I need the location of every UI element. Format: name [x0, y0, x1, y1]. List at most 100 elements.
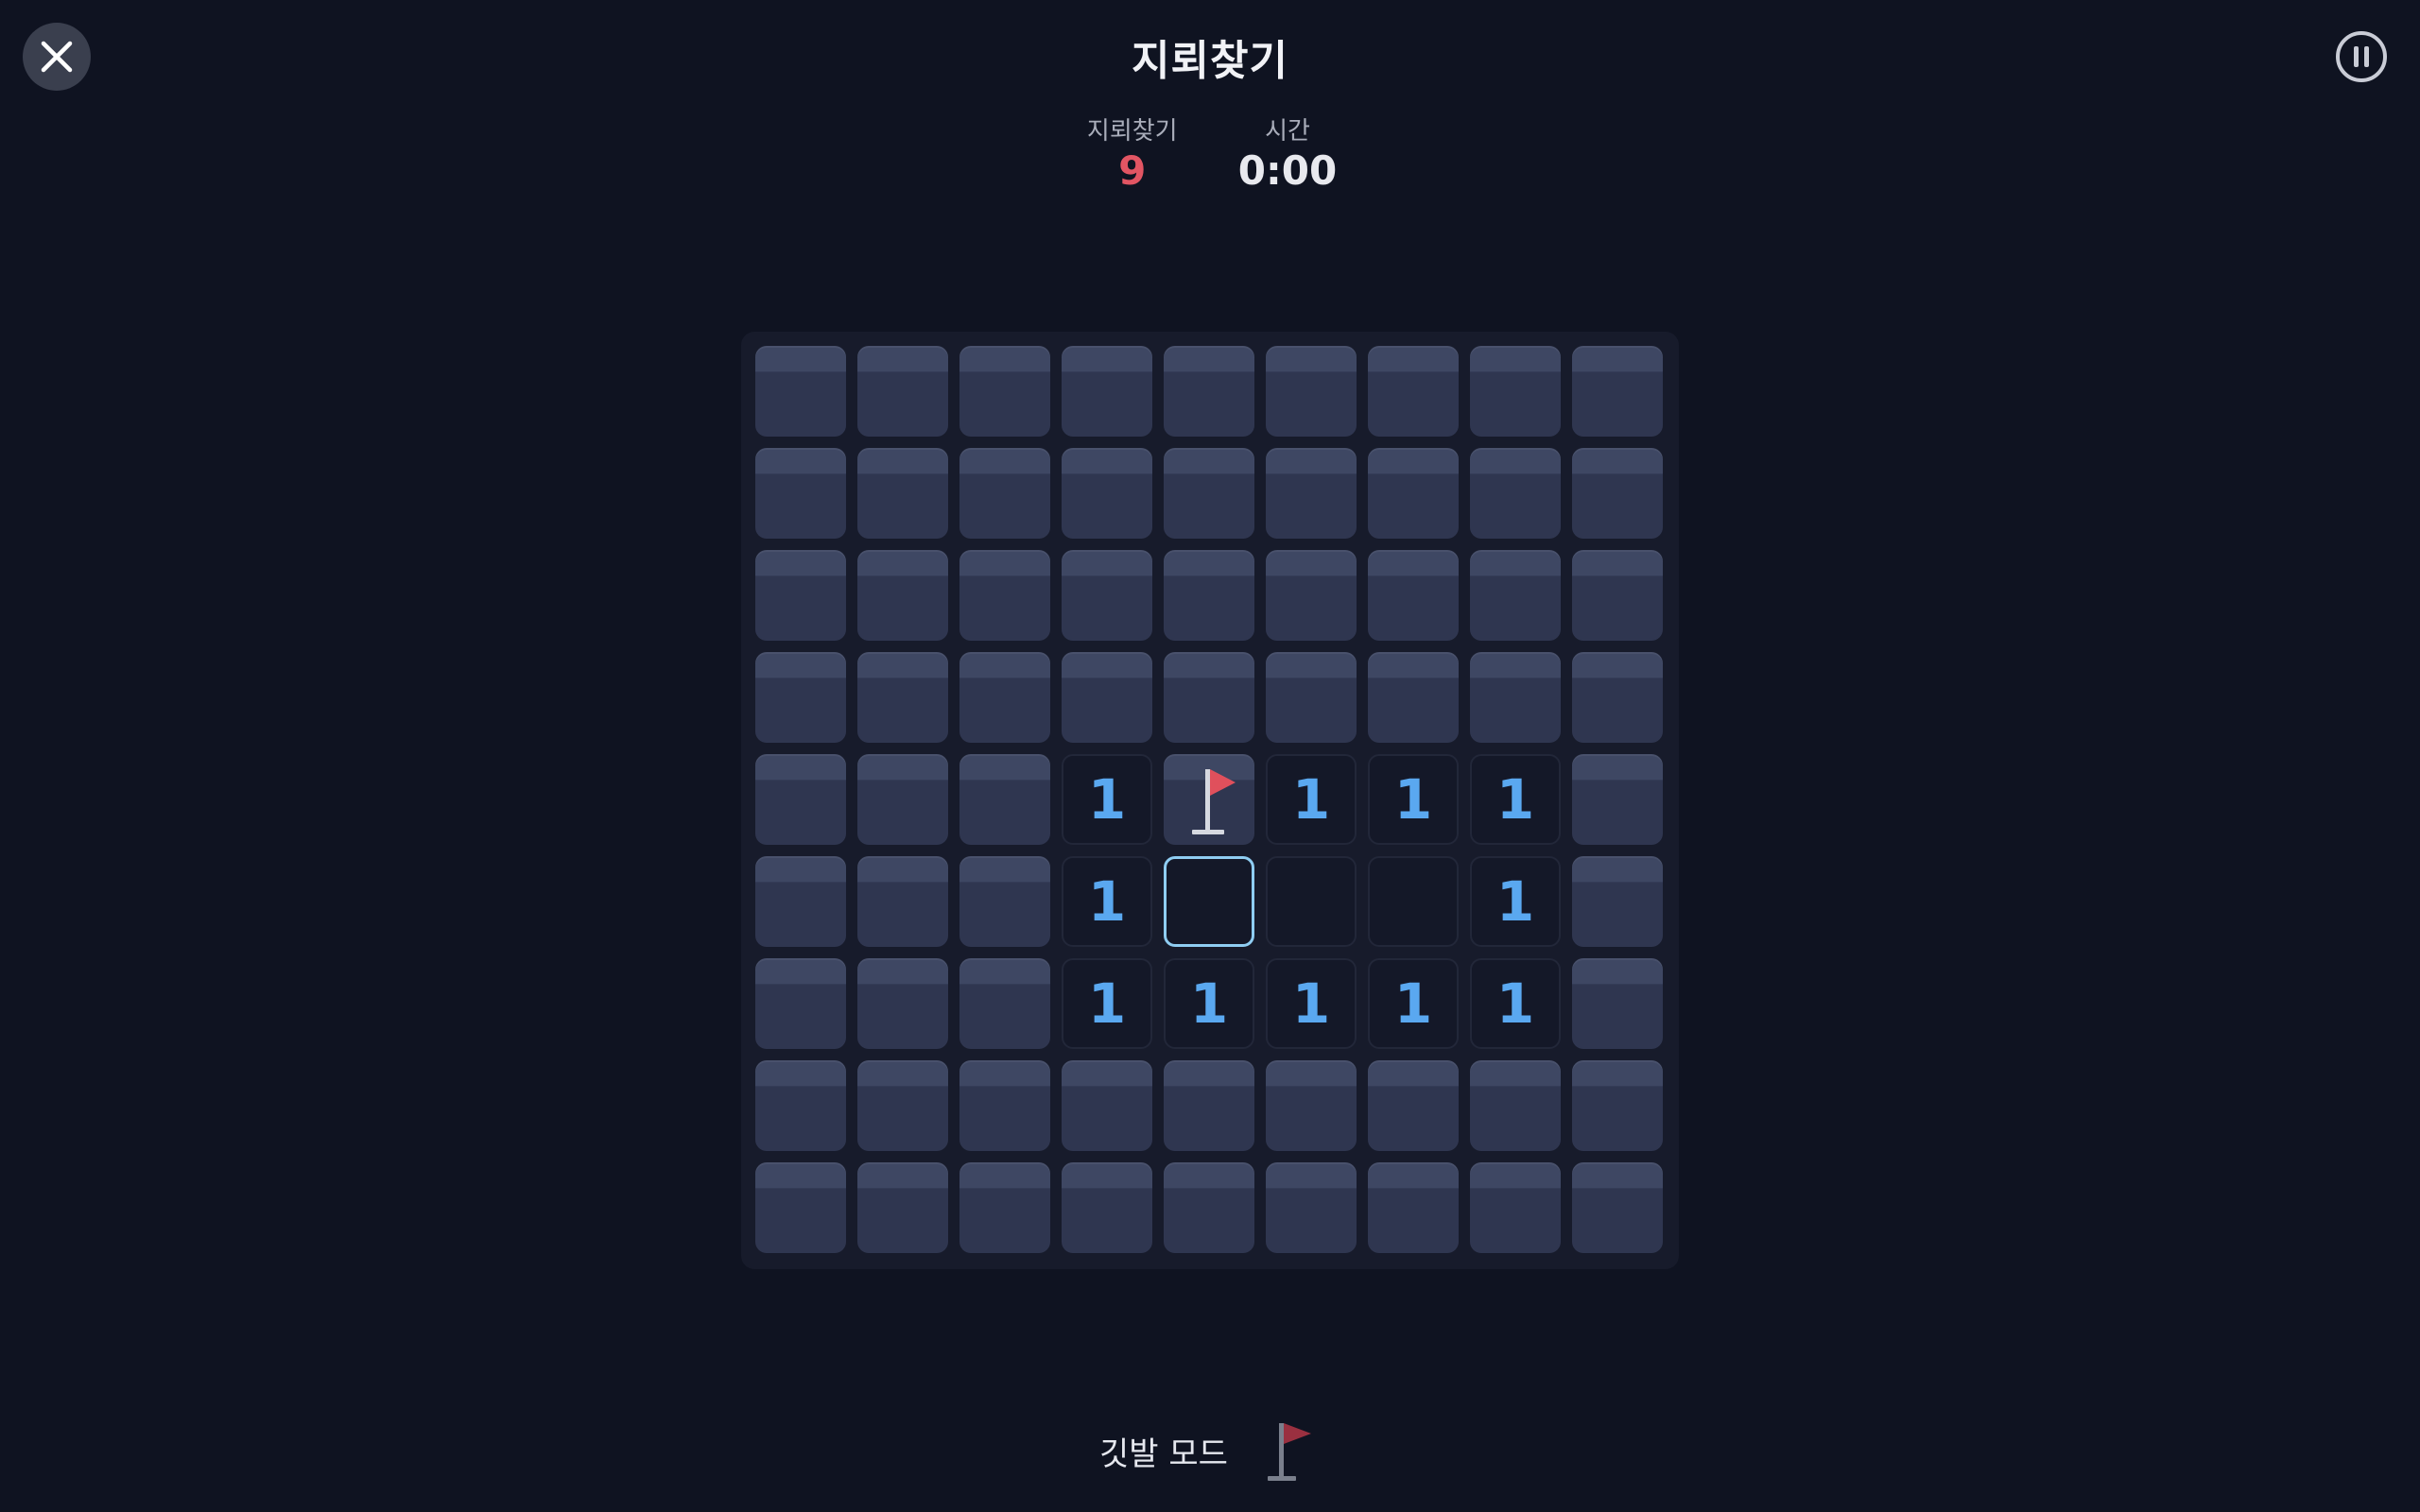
board-cell-covered[interactable]: [857, 652, 948, 743]
board-cell-covered[interactable]: [1470, 550, 1561, 641]
board-cell-covered[interactable]: [1164, 346, 1254, 437]
board-cell-revealed[interactable]: 1: [1266, 754, 1357, 845]
board-cell-covered[interactable]: [959, 346, 1050, 437]
board-cell-covered[interactable]: [1572, 1060, 1663, 1151]
board-cell-covered[interactable]: [1062, 652, 1152, 743]
board-cell-covered[interactable]: [1266, 1162, 1357, 1253]
board-cell-covered[interactable]: [1368, 1162, 1459, 1253]
board-cell-covered[interactable]: [857, 856, 948, 947]
board-cell-revealed[interactable]: 1: [1266, 958, 1357, 1049]
board-cell-covered[interactable]: [755, 958, 846, 1049]
board-cell-covered[interactable]: [1266, 1060, 1357, 1151]
board-cell-covered[interactable]: [857, 550, 948, 641]
board-cell-covered[interactable]: [1470, 448, 1561, 539]
board-cell-covered[interactable]: [1266, 652, 1357, 743]
board-cell-covered[interactable]: [755, 856, 846, 947]
board-cell-covered[interactable]: [857, 1162, 948, 1253]
board-cell-covered[interactable]: [755, 1162, 846, 1253]
cell-number: 1: [1087, 971, 1127, 1036]
board-cell-covered[interactable]: [959, 550, 1050, 641]
board-cell-covered[interactable]: [959, 652, 1050, 743]
board-cell-covered[interactable]: [959, 448, 1050, 539]
mine-counter: 지뢰찾기 9: [1083, 115, 1182, 195]
cell-number: 1: [1087, 767, 1127, 832]
timer-value: 0:00: [1237, 147, 1338, 194]
board-cell-covered[interactable]: [1572, 754, 1663, 845]
board-cell-revealed[interactable]: 1: [1062, 754, 1152, 845]
board-cell-covered[interactable]: [857, 448, 948, 539]
board-cell-covered[interactable]: [959, 1162, 1050, 1253]
board-cell-covered[interactable]: [1266, 448, 1357, 539]
flag-icon: [1267, 1423, 1311, 1481]
board-cell-covered[interactable]: [857, 1060, 948, 1151]
board-cell-covered[interactable]: [1470, 1162, 1561, 1253]
board-cell-covered[interactable]: [857, 346, 948, 437]
pause-icon: [2336, 31, 2387, 82]
board-cell-flagged[interactable]: [1164, 754, 1254, 845]
board-cell-covered[interactable]: [1572, 346, 1663, 437]
board-cell-covered[interactable]: [1164, 448, 1254, 539]
cell-number: 1: [1393, 971, 1433, 1036]
board-cell-revealed[interactable]: 1: [1062, 856, 1152, 947]
board-cell-covered[interactable]: [1368, 652, 1459, 743]
mine-counter-label: 지뢰찾기: [1086, 117, 1178, 146]
board-cell-covered[interactable]: [755, 550, 846, 641]
cell-number: 1: [1495, 767, 1535, 832]
board-cell-covered[interactable]: [959, 856, 1050, 947]
board-cell-covered[interactable]: [1368, 1060, 1459, 1151]
board-cell-covered[interactable]: [755, 754, 846, 845]
board-cell-covered[interactable]: [1572, 652, 1663, 743]
cell-number: 1: [1291, 971, 1331, 1036]
board-cell-revealed[interactable]: [1266, 856, 1357, 947]
board-cell-covered[interactable]: [1470, 346, 1561, 437]
board-cell-revealed[interactable]: 1: [1062, 958, 1152, 1049]
board-cell-covered[interactable]: [1062, 1060, 1152, 1151]
board-cell-covered[interactable]: [1368, 550, 1459, 641]
board-cell-covered[interactable]: [1368, 448, 1459, 539]
board-cell-covered[interactable]: [755, 346, 846, 437]
board-cell-covered[interactable]: [959, 754, 1050, 845]
board-cell-covered[interactable]: [1470, 1060, 1561, 1151]
board-cell-revealed[interactable]: 1: [1470, 754, 1561, 845]
board-cell-covered[interactable]: [1572, 1162, 1663, 1253]
flag-icon: [1192, 769, 1236, 834]
board-cell-revealed[interactable]: 1: [1470, 856, 1561, 947]
board-cell-revealed[interactable]: 1: [1368, 958, 1459, 1049]
board-cell-covered[interactable]: [1572, 958, 1663, 1049]
board-cell-selected[interactable]: [1164, 856, 1254, 947]
board-cell-covered[interactable]: [959, 958, 1050, 1049]
mine-counter-value: 9: [1118, 147, 1147, 194]
board-cell-covered[interactable]: [857, 754, 948, 845]
board-cell-revealed[interactable]: 1: [1470, 958, 1561, 1049]
board-cell-covered[interactable]: [755, 652, 846, 743]
minesweeper-app: 지뢰찾기 지뢰찾기 9 시간 0:00 11111111111 깃발 모드: [0, 0, 2420, 1512]
board-cell-covered[interactable]: [1062, 550, 1152, 641]
board-cell-covered[interactable]: [1062, 346, 1152, 437]
board-cell-covered[interactable]: [1164, 550, 1254, 641]
board-cell-covered[interactable]: [1572, 448, 1663, 539]
board-cell-covered[interactable]: [1266, 346, 1357, 437]
cell-number: 1: [1495, 971, 1535, 1036]
board-cell-covered[interactable]: [1062, 448, 1152, 539]
board-cell-covered[interactable]: [1164, 1162, 1254, 1253]
pause-button[interactable]: [2335, 30, 2388, 83]
board-cell-covered[interactable]: [1368, 346, 1459, 437]
board-cell-covered[interactable]: [959, 1060, 1050, 1151]
board-cell-covered[interactable]: [755, 448, 846, 539]
board-cell-covered[interactable]: [1164, 652, 1254, 743]
board-cell-revealed[interactable]: [1368, 856, 1459, 947]
cell-number: 1: [1495, 869, 1535, 934]
board-cell-covered[interactable]: [1572, 856, 1663, 947]
board-cell-covered[interactable]: [1266, 550, 1357, 641]
board-cell-revealed[interactable]: 1: [1164, 958, 1254, 1049]
board-cell-revealed[interactable]: 1: [1368, 754, 1459, 845]
board-cell-covered[interactable]: [1572, 550, 1663, 641]
board-cell-covered[interactable]: [1164, 1060, 1254, 1151]
stats-bar: 지뢰찾기 9 시간 0:00: [0, 115, 2420, 195]
board-cell-covered[interactable]: [755, 1060, 846, 1151]
flag-mode-toggle[interactable]: 깃발 모드: [0, 1418, 2420, 1484]
game-board: 11111111111: [741, 332, 1679, 1269]
board-cell-covered[interactable]: [1470, 652, 1561, 743]
board-cell-covered[interactable]: [857, 958, 948, 1049]
board-cell-covered[interactable]: [1062, 1162, 1152, 1253]
